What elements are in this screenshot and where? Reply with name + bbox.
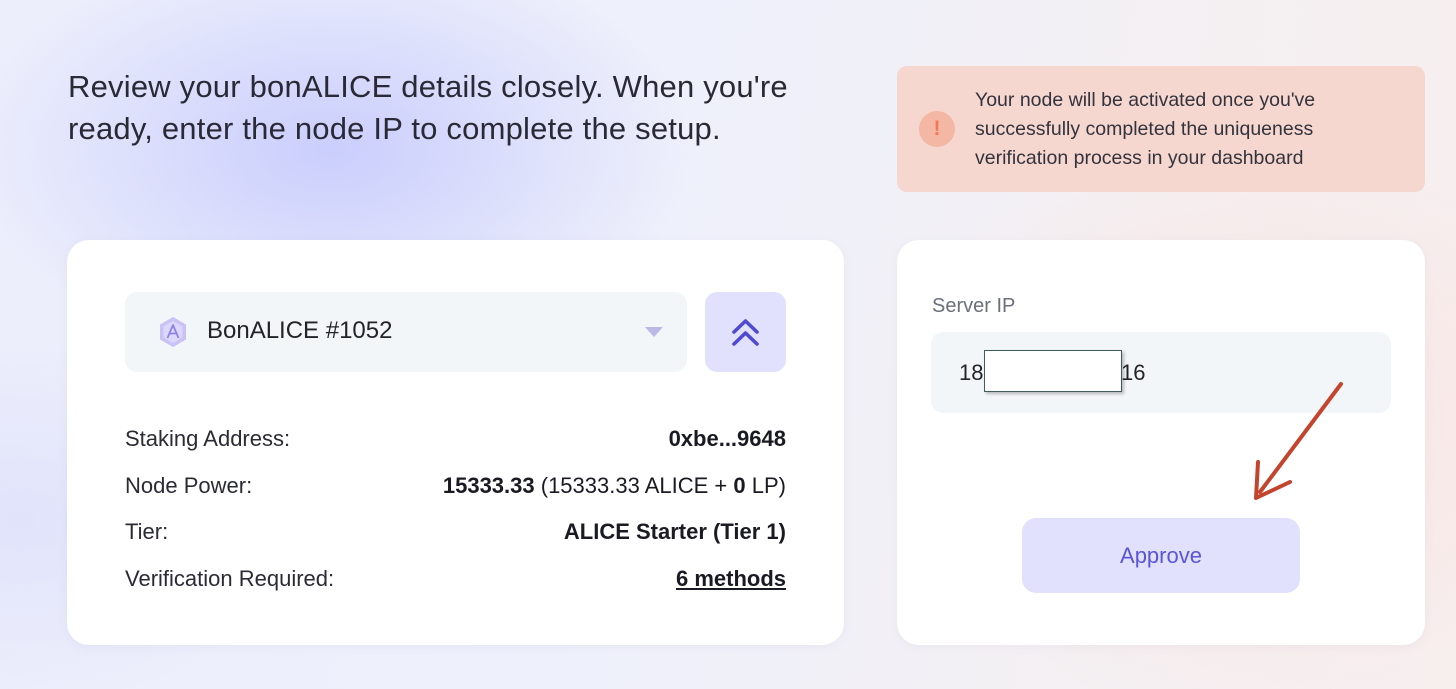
redaction-box [984,350,1122,392]
verification-label: Verification Required: [125,565,335,591]
node-power-total: 15333.33 [442,472,535,498]
ip-prefix-text: 18 [959,360,984,385]
tier-value: ALICE Starter (Tier 1) [563,519,786,544]
node-power-lp: 0 [733,472,746,498]
bonalice-selector[interactable]: BonALICE #1052 [125,292,687,372]
node-power-label: Node Power: [125,472,253,498]
detail-row-node-power: Node Power: 15333.33 (15333.33 ALICE + 0… [125,469,786,516]
intro-text: Review your bonALICE details closely. Wh… [68,69,788,146]
alert-message: Your node will be activated once you've … [975,89,1316,169]
detail-row-verification: Verification Required: 6 methods [125,562,786,609]
node-power-breakdown: (15333.33 ALICE + [534,472,734,498]
approve-button[interactable]: Approve [1022,518,1300,593]
node-power-value: 15333.33 (15333.33 ALICE + 0 LP) [443,473,786,499]
collapse-button[interactable] [705,292,786,372]
node-details-list: Staking Address: 0xbe...9648 Node Power:… [125,422,786,608]
ip-suffix-text: 16 [1121,360,1146,385]
detail-row-staking-address: Staking Address: 0xbe...9648 [125,422,786,469]
activation-alert: ! Your node will be activated once you'v… [897,66,1425,192]
tier-label: Tier: [125,519,169,544]
warning-icon: ! [919,111,955,147]
node-details-card: BonALICE #1052 Staking Address: 0xbe...9… [67,240,844,645]
node-power-lp-unit: LP) [745,472,786,498]
staking-address-value: 0xbe...9648 [668,426,786,451]
bonalice-logo-icon [160,317,186,347]
server-ip-label: Server IP [932,295,1016,317]
caret-down-icon [645,327,663,337]
staking-address-label: Staking Address: [125,426,291,451]
selected-node-label: BonALICE #1052 [207,317,393,344]
annotation-arrow-icon [1254,382,1343,500]
double-chevron-up-icon [732,319,759,346]
detail-row-tier: Tier: ALICE Starter (Tier 1) [125,515,786,562]
verification-methods-link[interactable]: 6 methods [676,566,786,592]
